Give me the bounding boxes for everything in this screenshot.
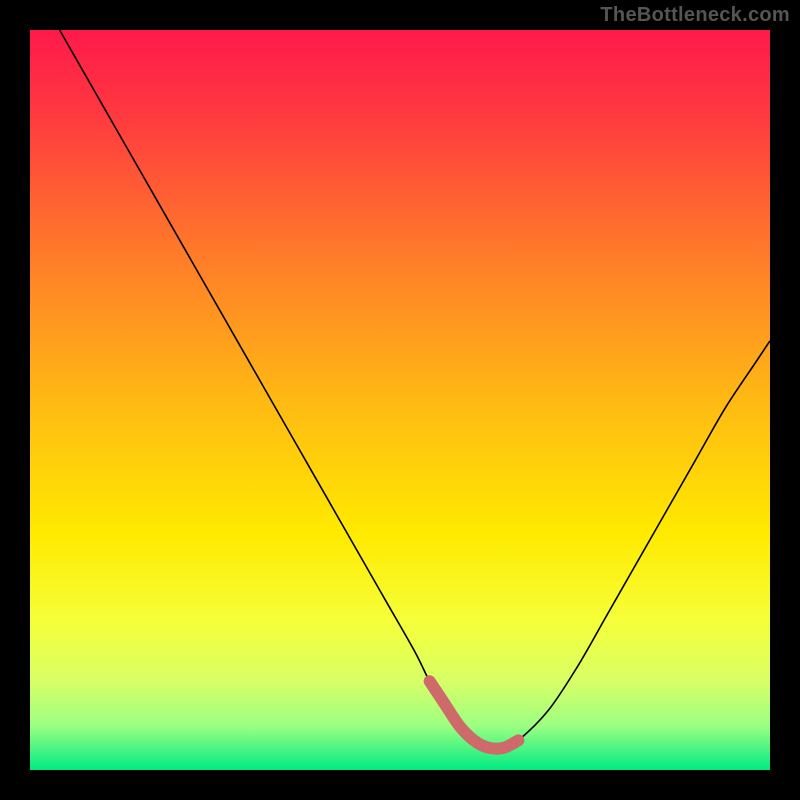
watermark-text: TheBottleneck.com bbox=[600, 4, 790, 27]
gradient-background bbox=[30, 30, 770, 770]
chart-stage: TheBottleneck.com bbox=[0, 0, 800, 800]
bottleneck-plot bbox=[30, 30, 770, 770]
